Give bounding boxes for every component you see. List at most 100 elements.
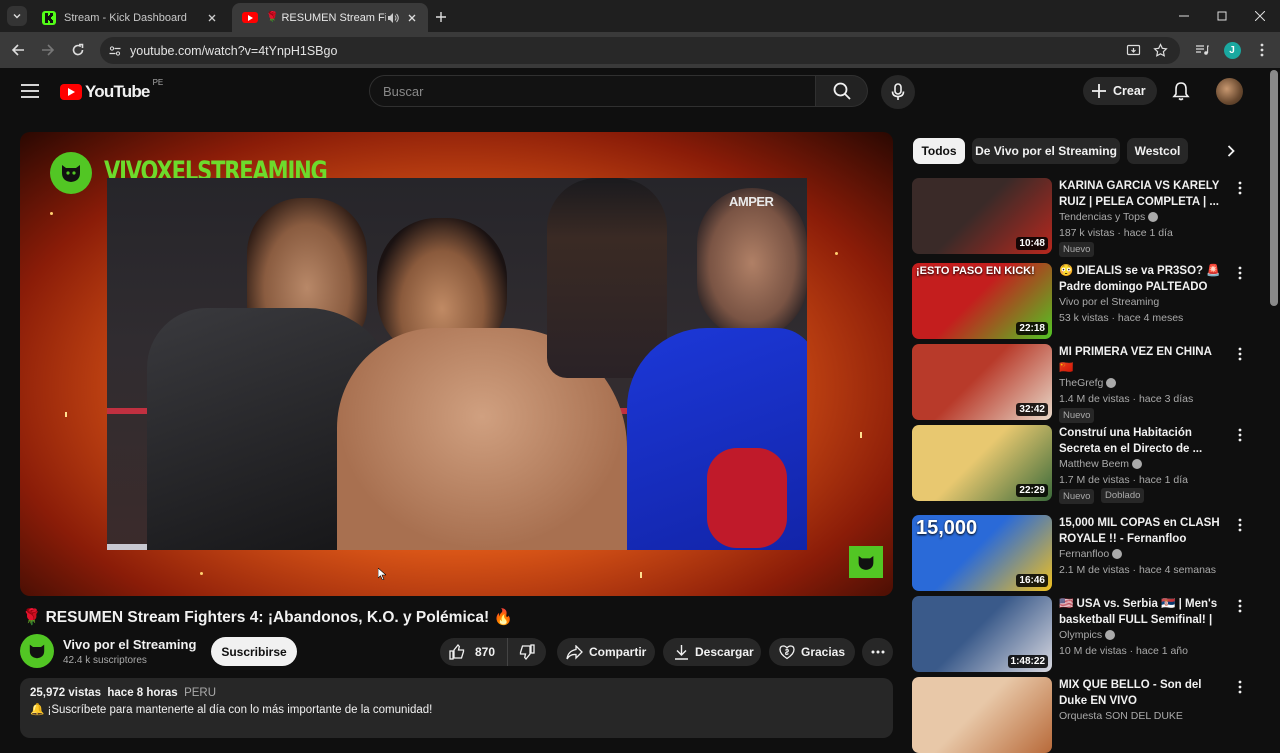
page-scrollbar[interactable]	[1270, 70, 1278, 306]
account-avatar[interactable]	[1216, 78, 1243, 105]
share-button[interactable]: Compartir	[557, 638, 655, 666]
logo-text: YouTube	[85, 82, 150, 101]
install-app-icon[interactable]	[1126, 43, 1141, 58]
video-thumbnail[interactable]: 15,000 16:46	[912, 515, 1052, 591]
recommendation-channel[interactable]: Orquesta SON DEL DUKE	[1059, 710, 1183, 722]
recommendation-item[interactable]: 32:42 MI PRIMERA VEZ EN CHINA 🇨🇳 TheGrefg 1…	[912, 344, 1252, 423]
recommendation-item[interactable]: 22:29 Construí una Habitación Secreta en …	[912, 425, 1252, 504]
search-input[interactable]: Buscar	[369, 75, 816, 107]
browser-tab-strip: Stream - Kick Dashboard 🌹 RESUMEN Stream…	[0, 0, 1280, 32]
video-thumbnail[interactable]: 1:48:22	[912, 596, 1052, 672]
more-options-icon[interactable]	[1234, 427, 1246, 443]
forward-arrow-icon[interactable]	[38, 40, 58, 60]
recommendation-item[interactable]: MIX QUE BELLO - Son del Duke EN VIVO Orqu…	[912, 677, 1252, 753]
new-tab-plus-icon[interactable]	[432, 8, 450, 26]
site-info-icon[interactable]	[108, 44, 122, 58]
video-player[interactable]: VIVOXELSTREAMING AMPER	[20, 132, 893, 596]
tab-search-button[interactable]	[7, 6, 27, 26]
tab-youtube-video[interactable]: 🌹 RESUMEN Stream Fighters 4: ¡Abandonos,…	[232, 3, 428, 32]
recommendation-channel[interactable]: Tendencias y Tops	[1059, 211, 1159, 223]
close-tab-icon[interactable]	[404, 10, 420, 26]
recommendation-title[interactable]: 🇺🇸 USA vs. Serbia 🇷🇸 | Men's basketball …	[1059, 596, 1223, 628]
super-thanks-icon	[779, 645, 795, 660]
profile-avatar[interactable]: J	[1222, 40, 1242, 60]
subscribe-button[interactable]: Suscribirse	[211, 637, 297, 666]
more-options-icon[interactable]	[1234, 679, 1246, 695]
tab-kick-dashboard[interactable]: Stream - Kick Dashboard	[32, 3, 228, 32]
download-button[interactable]: Descargar	[663, 638, 761, 666]
browser-menu-icon[interactable]	[1252, 40, 1272, 60]
recommendation-title[interactable]: Construí una Habitación Secreta en el Di…	[1059, 425, 1223, 457]
video-duration: 16:46	[1016, 574, 1048, 587]
media-controls-icon[interactable]	[1192, 40, 1212, 60]
chevron-down-icon	[13, 14, 21, 19]
verified-check-icon	[1106, 378, 1117, 388]
recommendation-title[interactable]: 😳 DIEALIS se va PR3SO? 🚨 Padre domingo P…	[1059, 263, 1223, 295]
thanks-button[interactable]: Gracias	[769, 638, 855, 666]
more-options-icon[interactable]	[1234, 598, 1246, 614]
recommendation-title[interactable]: KARINA GARCIA VS KARELY RUIZ | PELEA COM…	[1059, 178, 1223, 210]
recommendation-channel[interactable]: Olympics	[1059, 629, 1116, 641]
tab-title: Stream - Kick Dashboard	[64, 11, 187, 24]
back-arrow-icon[interactable]	[8, 40, 28, 60]
like-button[interactable]: 870	[440, 638, 508, 666]
recommendation-channel[interactable]: TheGrefg	[1059, 377, 1117, 389]
video-thumbnail[interactable]: 10:48	[912, 178, 1052, 254]
maximize-icon[interactable]	[1214, 8, 1230, 24]
search-button[interactable]	[816, 75, 868, 107]
close-window-icon[interactable]	[1252, 8, 1268, 24]
description-box[interactable]: 25,972 vistas hace 8 horas PERU 🔔 ¡Suscr…	[20, 678, 893, 738]
recommendation-title[interactable]: 15,000 MIL COPAS en CLASH ROYALE !! - Fe…	[1059, 515, 1223, 547]
video-thumbnail[interactable]: ¡ESTO PASO EN KICK! 22:18	[912, 263, 1052, 339]
video-thumbnail[interactable]: 22:29	[912, 425, 1052, 501]
recommendation-item[interactable]: 15,000 16:46 15,000 MIL COPAS en CLASH ROY…	[912, 515, 1252, 591]
share-label: Compartir	[589, 645, 647, 659]
chips-next-button[interactable]	[1195, 132, 1261, 170]
create-button[interactable]: Crear	[1083, 77, 1157, 105]
ember-spark	[200, 572, 203, 575]
chip-vivo-por-el-streaming[interactable]: De Vivo por el Streaming	[972, 138, 1120, 164]
channel-name: Vivo por el Streaming	[1059, 296, 1160, 308]
more-options-icon[interactable]	[1234, 265, 1246, 281]
voice-search-button[interactable]	[881, 75, 915, 109]
more-options-icon[interactable]	[1234, 346, 1246, 362]
bookmark-star-icon[interactable]	[1153, 43, 1168, 58]
new-badge: Nuevo	[1059, 242, 1095, 257]
channel-avatar[interactable]	[20, 634, 54, 668]
recommendation-title[interactable]: MI PRIMERA VEZ EN CHINA 🇨🇳	[1059, 344, 1223, 376]
recommendation-item[interactable]: 10:48 KARINA GARCIA VS KARELY RUIZ | PELE…	[912, 178, 1252, 257]
address-bar[interactable]: youtube.com/watch?v=4tYnpH1SBgo	[100, 37, 1180, 64]
upload-time: hace 8 horas	[107, 687, 178, 699]
recommendation-meta: 1.7 M de vistas · hace 1 día	[1059, 474, 1188, 486]
youtube-logo[interactable]: YouTube PE	[60, 78, 163, 102]
video-duration: 1:48:22	[1007, 655, 1048, 668]
recommendation-channel[interactable]: Vivo por el Streaming	[1059, 296, 1159, 308]
video-thumbnail[interactable]	[912, 677, 1052, 753]
speaker-icon[interactable]	[386, 11, 400, 25]
subscriber-count: 42.4 k suscriptores	[63, 655, 147, 666]
youtube-play-logo-icon	[60, 84, 82, 100]
channel-name[interactable]: Vivo por el Streaming	[63, 637, 196, 652]
video-frame: AMPER	[107, 178, 807, 550]
more-options-icon[interactable]	[1234, 517, 1246, 533]
minimize-icon[interactable]	[1176, 8, 1192, 24]
more-options-icon[interactable]	[1234, 180, 1246, 196]
reload-icon[interactable]	[68, 40, 88, 60]
close-tab-icon[interactable]	[204, 10, 220, 26]
recommendation-item[interactable]: 1:48:22 🇺🇸 USA vs. Serbia 🇷🇸 | Men's bask…	[912, 596, 1252, 672]
recommendation-item[interactable]: ¡ESTO PASO EN KICK! 22:18 😳 DIEALIS se va …	[912, 263, 1252, 339]
recommendation-title[interactable]: MIX QUE BELLO - Son del Duke EN VIVO	[1059, 677, 1223, 709]
bell-emoji-icon: 🔔	[30, 704, 48, 716]
thumbnail-text: 15,000	[916, 517, 978, 539]
video-thumbnail[interactable]: 32:42	[912, 344, 1052, 420]
red-towel	[707, 448, 787, 548]
chip-all[interactable]: Todos	[913, 138, 965, 164]
dislike-button[interactable]	[508, 638, 546, 666]
chip-westcol[interactable]: Westcol	[1127, 138, 1188, 164]
notifications-bell-icon[interactable]	[1172, 81, 1190, 101]
hamburger-menu-icon[interactable]	[21, 84, 39, 98]
download-icon	[675, 645, 688, 660]
more-actions-button[interactable]	[862, 638, 893, 666]
recommendation-channel[interactable]: Fernanfloo	[1059, 548, 1123, 560]
recommendation-channel[interactable]: Matthew Beem	[1059, 458, 1143, 470]
